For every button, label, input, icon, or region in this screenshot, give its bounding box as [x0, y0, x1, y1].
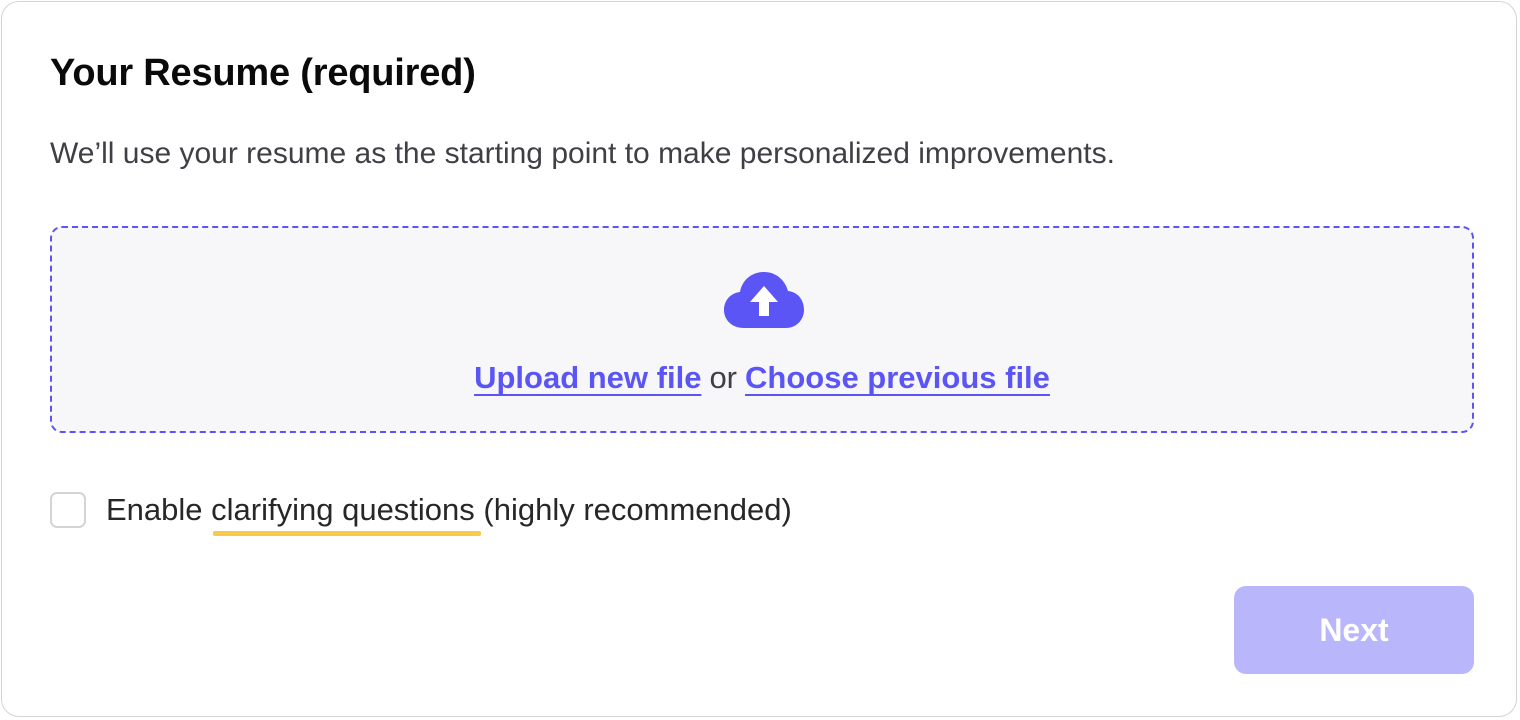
- clarifying-questions-checkbox[interactable]: [50, 492, 86, 528]
- upload-options: Upload new file or Choose previous file: [52, 360, 1472, 396]
- label-suffix: (highly recommended): [483, 492, 792, 527]
- resume-card: Your Resume (required) We’ll use your re…: [1, 1, 1517, 717]
- clarifying-questions-label: Enable clarifying questions (highly reco…: [106, 492, 792, 536]
- section-description: We’ll use your resume as the starting po…: [50, 137, 1115, 170]
- choose-previous-file-link[interactable]: Choose previous file: [745, 360, 1050, 395]
- clarifying-questions-highlight[interactable]: clarifying questions: [211, 492, 481, 536]
- file-dropzone[interactable]: Upload new file or Choose previous file: [50, 226, 1474, 433]
- label-prefix: Enable: [106, 492, 203, 527]
- next-button[interactable]: Next: [1234, 586, 1474, 674]
- upload-new-file-link[interactable]: Upload new file: [474, 360, 701, 395]
- section-title: Your Resume (required): [50, 52, 476, 94]
- cloud-upload-icon: [724, 272, 804, 328]
- clarifying-questions-option[interactable]: Enable clarifying questions (highly reco…: [50, 490, 792, 536]
- or-separator: or: [709, 360, 738, 395]
